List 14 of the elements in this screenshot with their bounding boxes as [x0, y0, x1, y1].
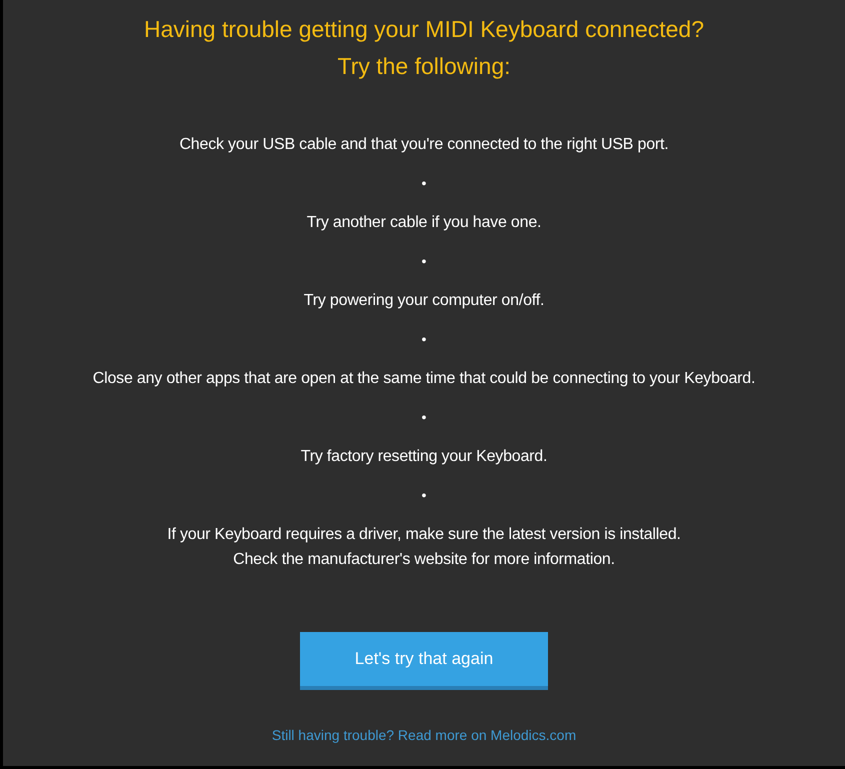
bullet-separator: •: [422, 330, 426, 349]
bullet-separator: •: [422, 408, 426, 427]
retry-button[interactable]: Let's try that again: [300, 632, 548, 690]
instruction-text: Close any other apps that are open at the same time that could be connecting to your Keyboard.: [92, 369, 756, 389]
instruction-text: Check your USB cable and that you're connected to the right USB port.: [179, 135, 669, 155]
bullet-separator: •: [422, 252, 426, 271]
instruction-text: Try powering your computer on/off.: [304, 291, 544, 311]
heading: Having trouble getting your MIDI Keyboard connected? Try the following:: [144, 15, 704, 81]
help-link[interactable]: Still having trouble? Read more on Melodics.com: [272, 725, 576, 746]
instruction-text: If your Keyboard requires a driver, make sure the latest version is installed. Check the manufacturer's website for more information.: [167, 525, 681, 570]
bullet-separator: •: [422, 486, 426, 505]
instruction-text: Try factory resetting your Keyboard.: [300, 447, 548, 467]
instruction-text: Try another cable if you have one.: [306, 213, 542, 233]
bullet-separator: •: [422, 174, 426, 193]
